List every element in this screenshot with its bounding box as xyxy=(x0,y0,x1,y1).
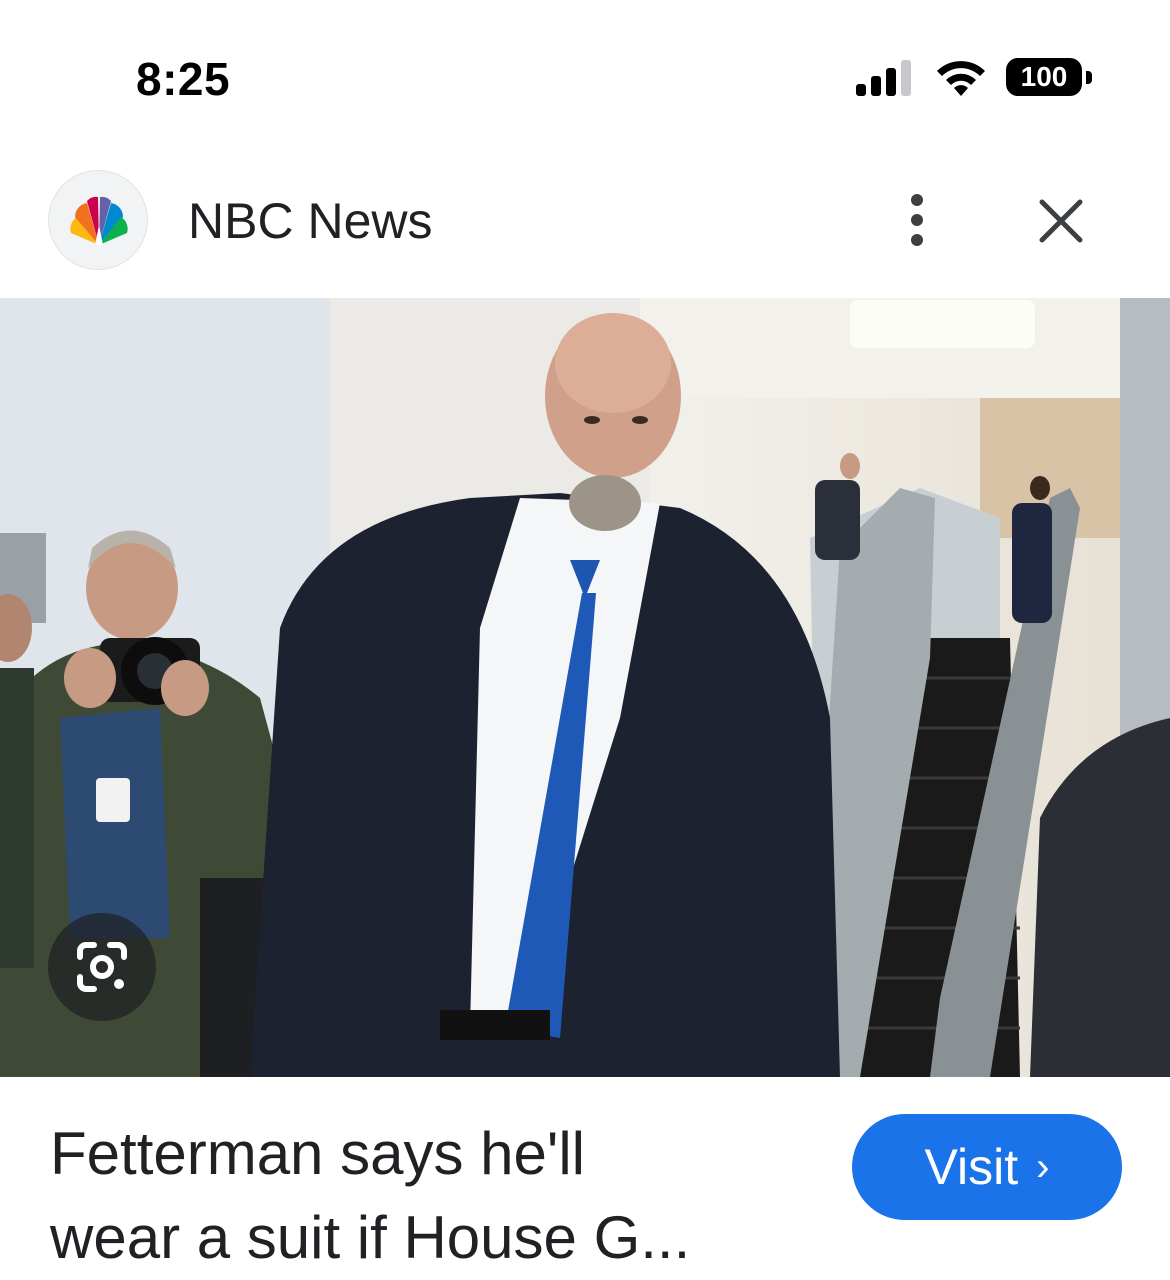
headline-line-1: Fetterman says he'll xyxy=(50,1120,585,1187)
more-vert-icon xyxy=(890,194,944,246)
battery-level: 100 xyxy=(1006,58,1082,96)
article-photo-illustration xyxy=(0,298,1170,1077)
visit-button[interactable]: Visit › xyxy=(852,1114,1122,1220)
google-lens-icon xyxy=(77,942,127,992)
nbc-peacock-icon xyxy=(70,196,128,245)
article-headline[interactable]: Fetterman says he'll wear a suit if Hous… xyxy=(50,1112,810,1280)
source-logo[interactable] xyxy=(48,170,148,270)
source-name[interactable]: NBC News xyxy=(188,192,432,250)
close-button[interactable] xyxy=(1030,190,1092,252)
chevron-right-icon: › xyxy=(1036,1144,1050,1189)
visit-button-label: Visit xyxy=(924,1139,1019,1195)
status-time: 8:25 xyxy=(136,53,231,105)
battery-icon: 100 xyxy=(1006,58,1096,98)
close-icon xyxy=(1039,199,1083,243)
cellular-signal-icon xyxy=(856,60,911,96)
article-image[interactable] xyxy=(0,298,1170,1077)
status-bar: 8:25 100 xyxy=(0,0,1170,150)
headline-line-2: wear a suit if House G... xyxy=(50,1204,691,1271)
source-header: NBC News xyxy=(0,150,1170,298)
more-options-button[interactable] xyxy=(890,188,944,258)
google-lens-button[interactable] xyxy=(48,913,156,1021)
wifi-icon xyxy=(937,61,985,96)
